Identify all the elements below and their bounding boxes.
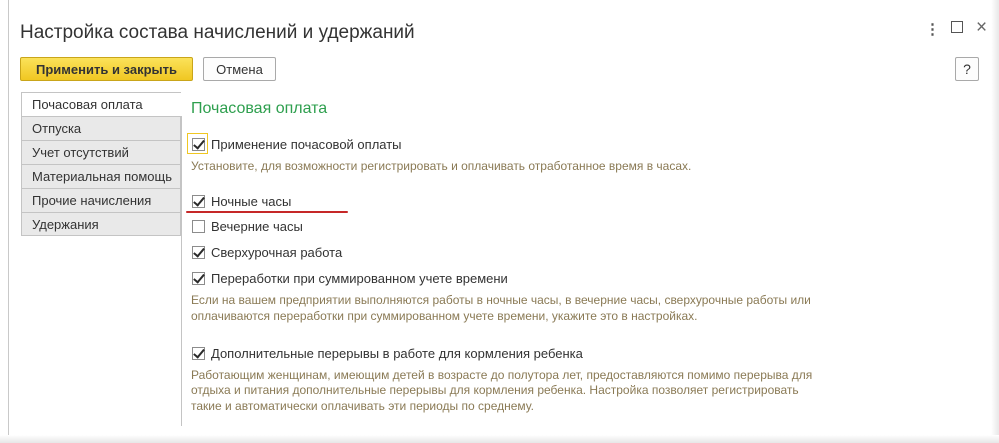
option-label: Применение почасовой оплаты [211,137,402,152]
checkbox[interactable] [192,195,205,208]
option-hourly-pay[interactable]: Применение почасовой оплаты [192,137,402,152]
tab-financial-aid[interactable]: Материальная помощь [21,164,181,188]
tab-panel-border [181,92,182,426]
option-summarized-overtime[interactable]: Переработки при суммированном учете врем… [192,271,508,286]
more-actions-icon[interactable]: ⋮ [925,20,940,38]
feeding-description-line-1: Работающим женщинам, имеющим детей в воз… [191,368,813,382]
active-tab-gap [181,92,182,116]
option-feeding-breaks[interactable]: Дополнительные перерывы в работе для кор… [192,346,583,361]
tab-label: Прочие начисления [32,193,152,208]
tab-label: Материальная помощь [32,169,173,184]
tab-label: Удержания [32,216,99,232]
checkbox[interactable] [192,272,205,285]
help-button[interactable]: ? [955,57,979,81]
hourly-pay-description: Установите, для возможности регистрирова… [191,159,692,173]
option-label: Вечерние часы [211,219,303,234]
apply-and-close-button[interactable]: Применить и закрыть [20,57,193,81]
tab-deductions[interactable]: Удержания [21,212,181,236]
checkbox[interactable] [192,220,205,233]
window-shadow-right [991,0,999,443]
settings-window: Настройка состава начислений и удержаний… [0,0,999,443]
tab-vacations[interactable]: Отпуска [21,116,181,140]
window-shadow-bottom [0,435,999,443]
tab-absences[interactable]: Учет отсутствий [21,140,181,164]
close-icon[interactable]: × [976,17,987,39]
section-title: Почасовая оплата [191,100,328,117]
checkbox[interactable] [192,246,205,259]
tab-label: Почасовая оплата [32,97,143,112]
option-label: Сверхурочная работа [211,245,343,260]
option-label: Переработки при суммированном учете врем… [211,271,508,286]
option-label: Ночные часы [211,194,292,209]
overtime-description-line-1: Если на вашем предприятии выполняются ра… [191,293,811,307]
option-label: Дополнительные перерывы в работе для кор… [211,346,583,361]
settings-tabs: Почасовая оплата Отпуска Учет отсутствий… [21,92,182,236]
tab-other-accruals[interactable]: Прочие начисления [21,188,181,212]
tab-hourly-pay[interactable]: Почасовая оплата [21,92,182,116]
window-left-border [8,0,9,443]
option-night-hours[interactable]: Ночные часы [192,194,291,209]
overtime-description-line-2: оплачиваются переработки при суммированн… [191,309,698,323]
tab-label: Учет отсутствий [32,145,129,160]
feeding-description-line-3: такие и автоматически оплачивать эти пер… [191,399,534,413]
tab-label: Отпуска [32,121,82,136]
feeding-description-line-2: отдыха и питания дополнительные перерывы… [191,383,799,397]
checkbox[interactable] [192,138,205,151]
red-underline-annotation [186,211,348,213]
cancel-button[interactable]: Отмена [203,57,276,81]
option-overtime[interactable]: Сверхурочная работа [192,245,342,260]
window-title: Настройка состава начислений и удержаний [20,22,415,43]
option-evening-hours[interactable]: Вечерние часы [192,219,303,234]
maximize-icon[interactable] [951,21,963,33]
checkbox[interactable] [192,347,205,360]
